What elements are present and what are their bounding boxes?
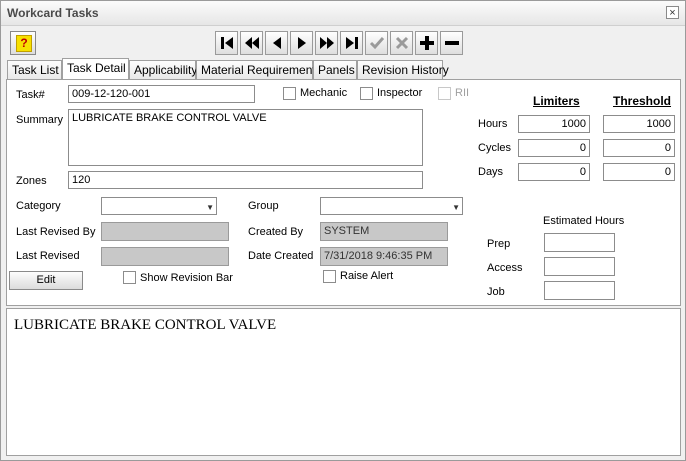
previous-record-button[interactable] — [265, 31, 288, 55]
last-revised-by-label: Last Revised By — [16, 226, 96, 238]
help-button[interactable]: ? — [10, 31, 36, 55]
last-icon — [345, 37, 358, 49]
access-label: Access — [487, 262, 523, 274]
edit-button[interactable]: Edit — [9, 271, 83, 290]
task-detail-panel: Task# 009-12-120-001 Mechanic Inspector … — [6, 79, 681, 306]
help-icon: ? — [16, 35, 32, 52]
estimated-hours-title: Estimated Hours — [543, 215, 625, 227]
days-threshold-field[interactable]: 0 — [603, 163, 675, 181]
zones-label: Zones — [16, 175, 47, 187]
close-button[interactable]: × — [666, 6, 679, 19]
hours-label: Hours — [478, 118, 508, 130]
last-revised-by-field — [101, 222, 229, 241]
prev-page-icon — [244, 37, 259, 49]
cycles-label: Cycles — [478, 142, 512, 154]
mechanic-checkbox[interactable] — [283, 87, 296, 100]
tab-task-list[interactable]: Task List — [7, 60, 62, 79]
raise-alert-label: Raise Alert — [340, 270, 394, 282]
cancel-button[interactable] — [390, 31, 413, 55]
previous-page-button[interactable] — [240, 31, 263, 55]
description-editor[interactable]: LUBRICATE BRAKE CONTROL VALVE — [6, 308, 681, 456]
inspector-checkbox[interactable] — [360, 87, 373, 100]
raise-alert-checkbox[interactable] — [323, 270, 336, 283]
window-title: Workcard Tasks — [7, 6, 99, 20]
prep-hours-field[interactable] — [544, 233, 615, 252]
created-by-field: SYSTEM — [320, 222, 448, 241]
add-button[interactable] — [415, 31, 438, 55]
first-icon — [220, 37, 233, 49]
prep-label: Prep — [487, 238, 511, 250]
tab-material-requirements[interactable]: Material Requirements — [196, 60, 322, 79]
show-revision-bar-checkbox[interactable] — [123, 271, 136, 284]
mechanic-label: Mechanic — [300, 87, 348, 99]
rii-label: RII — [455, 87, 470, 99]
chevron-down-icon: ▼ — [452, 203, 460, 212]
description-text: LUBRICATE BRAKE CONTROL VALVE — [14, 317, 277, 333]
last-revised-field — [101, 247, 229, 266]
group-label: Group — [248, 200, 279, 212]
inspector-label: Inspector — [377, 87, 423, 99]
tab-applicability[interactable]: Applicability — [129, 60, 197, 79]
cycles-threshold-field[interactable]: 0 — [603, 139, 675, 157]
title-bar: Workcard Tasks × — [1, 1, 685, 26]
hours-threshold-field[interactable]: 1000 — [603, 115, 675, 133]
summary-label: Summary — [16, 114, 64, 126]
limiters-header: Limiters — [533, 94, 580, 108]
category-dropdown[interactable]: ▼ — [101, 197, 217, 215]
date-created-field: 7/31/2018 9:46:35 PM — [320, 247, 448, 266]
next-icon — [297, 37, 306, 49]
job-hours-field[interactable] — [544, 281, 615, 300]
last-record-button[interactable] — [340, 31, 363, 55]
first-record-button[interactable] — [215, 31, 238, 55]
save-button[interactable] — [365, 31, 388, 55]
cycles-limiter-field[interactable]: 0 — [518, 139, 590, 157]
prev-icon — [272, 37, 281, 49]
remove-button[interactable] — [440, 31, 463, 55]
zones-field[interactable]: 120 — [68, 171, 423, 189]
summary-field[interactable]: LUBRICATE BRAKE CONTROL VALVE — [68, 109, 423, 166]
tab-panels[interactable]: Panels — [313, 60, 357, 79]
days-label: Days — [478, 166, 504, 178]
job-label: Job — [487, 286, 505, 298]
toolbar: ? — [1, 26, 685, 59]
next-page-button[interactable] — [315, 31, 338, 55]
date-created-label: Date Created — [248, 250, 314, 262]
threshold-header: Threshold — [613, 94, 672, 108]
tab-task-detail[interactable]: Task Detail — [62, 58, 129, 79]
created-by-label: Created By — [248, 226, 304, 238]
show-revision-bar-label: Show Revision Bar — [140, 272, 233, 284]
chevron-down-icon: ▼ — [206, 203, 214, 212]
task-number-field[interactable]: 009-12-120-001 — [68, 85, 255, 103]
group-dropdown[interactable]: ▼ — [320, 197, 463, 215]
task-number-label: Task# — [16, 89, 45, 101]
days-limiter-field[interactable]: 0 — [518, 163, 590, 181]
remove-icon — [444, 41, 459, 45]
hours-limiter-field[interactable]: 1000 — [518, 115, 590, 133]
add-icon — [419, 36, 434, 50]
check-icon — [369, 37, 384, 50]
cancel-icon — [395, 36, 408, 50]
last-revised-label: Last Revised — [16, 250, 80, 262]
next-record-button[interactable] — [290, 31, 313, 55]
next-page-icon — [319, 37, 334, 49]
tab-revision-history[interactable]: Revision History — [357, 60, 449, 79]
rii-checkbox[interactable] — [438, 87, 451, 100]
close-icon: × — [669, 7, 676, 19]
category-label: Category — [16, 200, 61, 212]
access-hours-field[interactable] — [544, 257, 615, 276]
workcard-tasks-window: Workcard Tasks × ? Task List Task Detail… — [0, 0, 686, 461]
